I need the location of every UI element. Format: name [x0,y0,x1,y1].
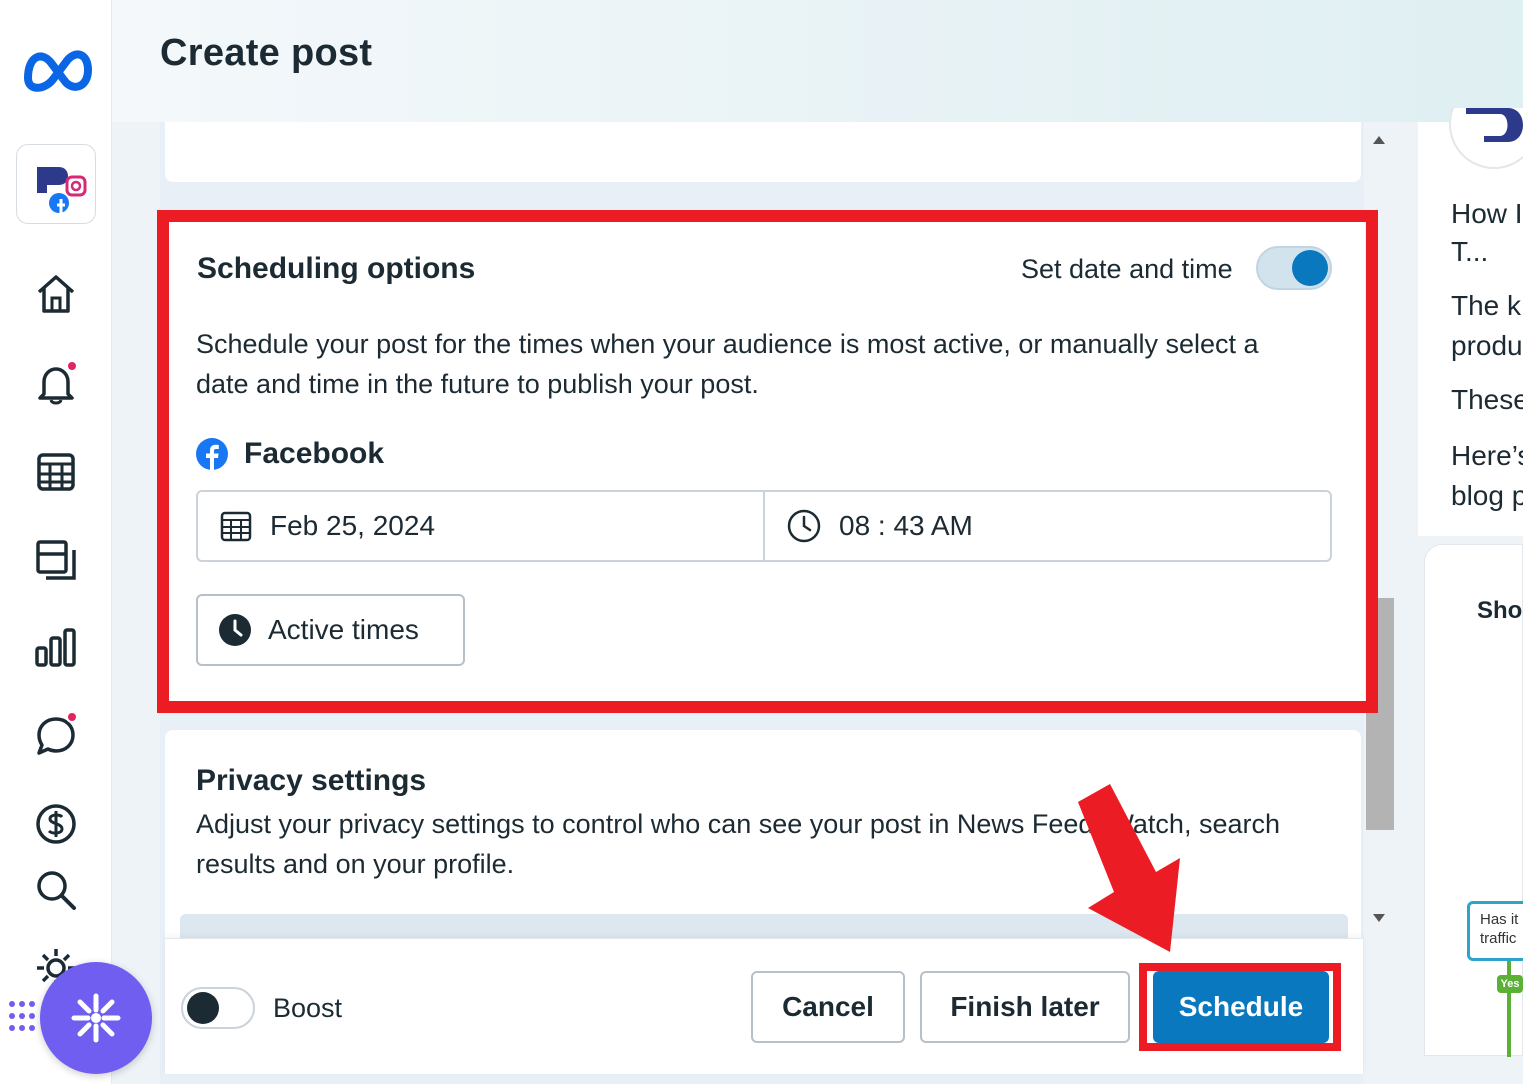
boost-label: Boost [273,993,343,1023]
content-pages-icon[interactable] [34,538,78,582]
search-icon[interactable] [34,868,78,912]
scheduling-options-card: Scheduling options Set date and time Sch… [165,218,1365,704]
clock-icon [787,509,821,543]
preview-line-5: These [1451,384,1523,415]
preview-line-1: How I [1451,198,1523,229]
flow-yes-tag: Yes [1497,975,1523,993]
set-date-time-label: Set date and time [1021,254,1233,284]
toggle-knob [1292,250,1328,286]
meta-logo-icon[interactable] [22,42,94,96]
account-avatar-icon [37,167,87,213]
date-value: Feb 25, 2024 [270,510,436,541]
date-field[interactable]: Feb 25, 2024 [198,492,765,560]
home-icon[interactable] [34,272,78,316]
scheduling-title: Scheduling options [197,252,476,285]
flow-text-1: Has it [1480,911,1519,928]
sparkle-icon [71,993,121,1043]
schedule-button[interactable]: Schedule [1153,971,1329,1043]
monetization-dollar-icon[interactable] [34,802,78,846]
left-nav-rail [0,0,112,1084]
preview-line-6: Here’s [1451,440,1523,471]
messages-dot [66,711,78,723]
time-value: 08 : 43 AM [839,510,973,541]
finish-later-button[interactable]: Finish later [920,971,1130,1043]
calendar-grid-icon[interactable] [34,450,78,494]
facebook-icon [196,438,228,470]
privacy-title: Privacy settings [196,764,427,797]
red-arrow-annotation-icon [1078,784,1180,952]
platform-label: Facebook [244,437,385,470]
previous-card-bottom [165,122,1361,182]
page-avatar-icon [1449,108,1523,169]
date-time-picker: Feb 25, 2024 08 : 43 AM [196,490,1332,562]
preview-line-3: The k [1451,290,1522,321]
time-field[interactable]: 08 : 43 AM [765,492,1330,560]
insights-bar-chart-icon[interactable] [34,626,78,670]
preview-line-4: produ [1451,330,1523,361]
boost-toggle[interactable] [181,987,255,1029]
preview-line-2: T... [1451,236,1489,267]
cancel-button[interactable]: Cancel [751,971,905,1043]
preview-line-7: blog p [1451,480,1523,511]
scroll-up-arrow-icon[interactable] [1371,132,1387,146]
clock-filled-icon [219,614,251,646]
platform-row: Facebook [196,434,384,474]
flowchart-node: Has it traffic [1467,901,1523,961]
apps-grid-icon[interactable] [8,998,36,1038]
scroll-down-arrow-icon[interactable] [1371,912,1387,926]
calendar-icon [220,511,252,542]
page-header: Create post [112,0,1523,122]
right-preview-card: Sho Has it traffic Yes [1424,544,1523,1057]
notification-dot [66,360,78,372]
flow-text-2: traffic [1480,930,1517,947]
page-title: Create post [160,32,373,74]
scrollbar-thumb[interactable] [1366,598,1394,830]
scheduling-description: Schedule your post for the times when yo… [196,329,1259,399]
boost-toggle-knob [187,992,219,1024]
active-times-button[interactable]: Active times [196,594,465,666]
assistant-fab-button[interactable] [40,962,152,1074]
active-times-label: Active times [268,614,419,645]
right-preview-panel: How I T... The k produ These Here’s blog… [1418,108,1523,536]
account-switcher[interactable] [16,144,96,224]
preview-card-title: Sho [1477,597,1523,624]
set-date-time-toggle[interactable] [1256,246,1332,290]
